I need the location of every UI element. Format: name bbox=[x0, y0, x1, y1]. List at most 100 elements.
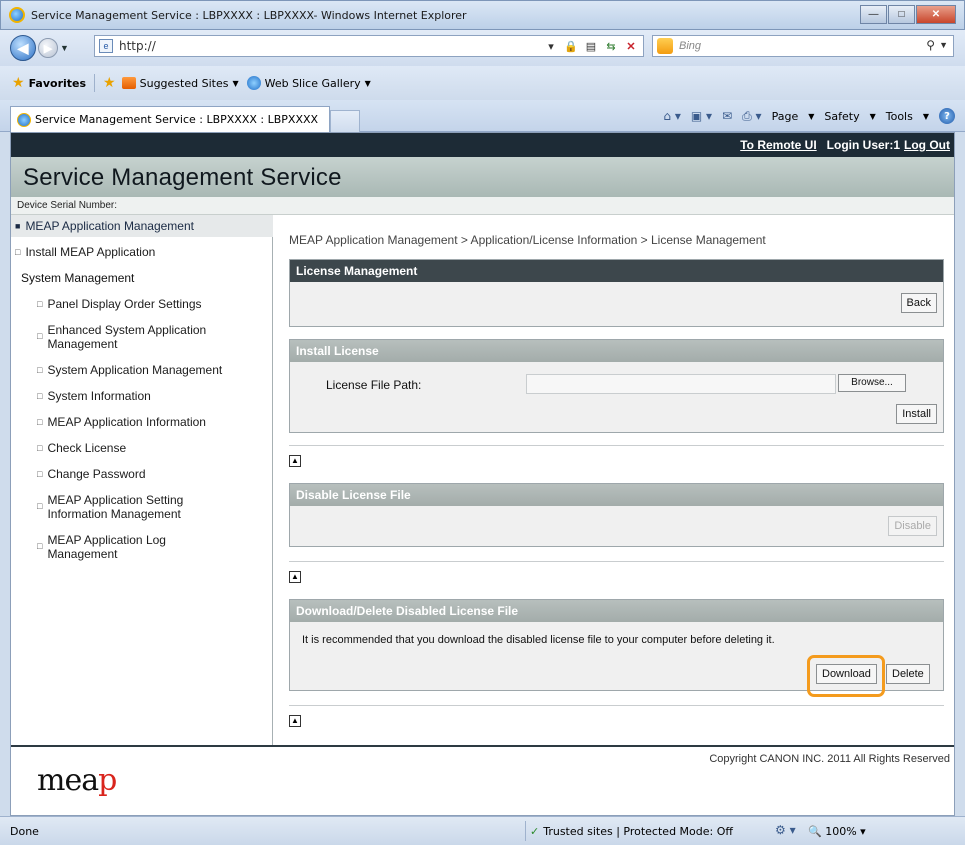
sidebar-item-label: MEAP Application Log Management bbox=[47, 533, 166, 561]
search-icon[interactable]: ⚲ bbox=[926, 38, 935, 52]
refresh-icon[interactable]: ⇆ bbox=[603, 38, 619, 54]
sidebar-item-label: System Application Management bbox=[47, 363, 223, 377]
bullet-icon: □ bbox=[37, 391, 43, 401]
new-tab-button[interactable] bbox=[330, 110, 360, 132]
bullet-icon: □ bbox=[37, 501, 43, 511]
close-button[interactable]: ✕ bbox=[916, 5, 956, 24]
logout-link[interactable]: Log Out bbox=[904, 138, 950, 152]
chevron-down-icon[interactable]: ▼ bbox=[232, 79, 238, 88]
sidebar-item-panel-display-order[interactable]: □ Panel Display Order Settings bbox=[37, 297, 202, 311]
url-text[interactable]: http:// bbox=[119, 39, 156, 53]
sidebar-item-label: Panel Display Order Settings bbox=[47, 297, 202, 311]
status-bar: Done ✓ Trusted sites | Protected Mode: O… bbox=[0, 816, 965, 845]
divider bbox=[289, 445, 944, 446]
web-slice-gallery-link[interactable]: Web Slice Gallery bbox=[265, 77, 361, 90]
checkmark-icon: ✓ bbox=[530, 824, 540, 838]
add-favorite-icon[interactable]: ★ bbox=[103, 75, 116, 91]
scroll-to-top-icon[interactable]: ▲ bbox=[289, 455, 301, 467]
copyright-text: Copyright CANON INC. 2011 All Rights Res… bbox=[709, 753, 950, 765]
scroll-to-top-icon[interactable]: ▲ bbox=[289, 571, 301, 583]
sidebar-item-label: MEAP Application Information bbox=[47, 415, 206, 429]
download-highlight-callout bbox=[807, 655, 885, 697]
delete-button[interactable]: Delete bbox=[886, 664, 930, 684]
chevron-down-icon[interactable]: ▾ bbox=[543, 38, 559, 54]
top-bar: To Remote UI Login User:1 Log Out bbox=[11, 133, 954, 157]
back-button[interactable]: Back bbox=[900, 293, 937, 313]
tools-menu[interactable]: Tools bbox=[886, 110, 913, 123]
search-box[interactable]: Bing ⚲ ▼ bbox=[652, 35, 954, 57]
sidebar-item-meap-log-management[interactable]: □ MEAP Application Log Management bbox=[37, 533, 227, 561]
bullet-icon: □ bbox=[37, 469, 43, 479]
protected-mode-icon[interactable]: ⚙ ▾ bbox=[775, 823, 796, 837]
disable-license-panel: Disable License File Disable bbox=[289, 483, 944, 547]
scroll-to-top-icon[interactable]: ▲ bbox=[289, 715, 301, 727]
remote-ui-link[interactable]: To Remote UI bbox=[740, 138, 816, 152]
zone-text: Trusted sites | Protected Mode: Off bbox=[543, 824, 733, 838]
sidebar-item-enhanced-system-application[interactable]: □ Enhanced System Application Management bbox=[37, 323, 247, 351]
feeds-icon[interactable]: ▣ ▾ bbox=[691, 109, 712, 123]
download-delete-heading: Download/Delete Disabled License File bbox=[290, 600, 943, 622]
print-icon[interactable]: ⎙ ▾ bbox=[742, 109, 761, 124]
sidebar-item-label: MEAP Application Management bbox=[25, 219, 194, 233]
sidebar-item-meap-application-management[interactable]: ■ MEAP Application Management bbox=[15, 219, 194, 233]
sidebar-item-system-information[interactable]: □ System Information bbox=[37, 389, 151, 403]
install-license-panel: Install License License File Path: Brows… bbox=[289, 339, 944, 433]
sidebar-item-change-password[interactable]: □ Change Password bbox=[37, 467, 146, 481]
divider bbox=[94, 74, 96, 92]
sidebar-item-install-meap-application[interactable]: □ Install MEAP Application bbox=[15, 245, 155, 259]
maximize-button[interactable]: □ bbox=[888, 5, 915, 24]
address-toolbar: ◀ ▶ ▼ e http:// ▾ 🔒 ▤ ⇆ ✕ Bing ⚲ ▼ bbox=[0, 30, 965, 66]
search-dropdown-icon[interactable]: ▼ bbox=[939, 40, 948, 50]
bullet-icon: □ bbox=[37, 417, 43, 427]
help-icon[interactable]: ? bbox=[939, 108, 955, 124]
minimize-button[interactable]: — bbox=[860, 5, 887, 24]
browse-button[interactable]: Browse... bbox=[838, 374, 906, 392]
sidebar-item-label: MEAP Application Setting Information Man… bbox=[47, 493, 184, 521]
tab-bar: Service Management Service : LBPXXXX : L… bbox=[0, 100, 965, 132]
mail-icon[interactable]: ✉ bbox=[722, 109, 732, 123]
suggested-sites-link[interactable]: Suggested Sites bbox=[140, 77, 229, 90]
back-nav-button[interactable]: ◀ bbox=[10, 35, 36, 61]
ie-icon bbox=[9, 7, 25, 23]
suggested-sites-icon bbox=[121, 77, 136, 89]
serial-number-label: Device Serial Number: bbox=[17, 200, 118, 211]
page-icon: e bbox=[99, 39, 113, 53]
compatibility-view-icon[interactable]: ▤ bbox=[583, 38, 599, 54]
lock-icon[interactable]: 🔒 bbox=[563, 38, 579, 54]
sidebar-item-check-license[interactable]: □ Check License bbox=[37, 441, 126, 455]
tab-title[interactable]: Service Management Service : LBPXXXX : L… bbox=[35, 113, 318, 126]
login-user-text: Login User:1 bbox=[826, 138, 901, 152]
install-license-heading: Install License bbox=[290, 340, 943, 362]
page-menu[interactable]: Page bbox=[772, 110, 799, 123]
sidebar-item-label: Change Password bbox=[47, 467, 146, 481]
address-bar[interactable]: e http:// ▾ 🔒 ▤ ⇆ ✕ bbox=[94, 35, 644, 57]
chevron-down-icon[interactable]: ▼ bbox=[365, 79, 371, 88]
disable-license-heading: Disable License File bbox=[290, 484, 943, 506]
sidebar-item-label: Install MEAP Application bbox=[25, 245, 156, 259]
search-placeholder[interactable]: Bing bbox=[679, 40, 701, 52]
sidebar-item-system-application-management[interactable]: □ System Application Management bbox=[37, 363, 222, 377]
browser-tab[interactable]: Service Management Service : LBPXXXX : L… bbox=[10, 106, 330, 132]
meap-logo: meap bbox=[37, 763, 117, 798]
stop-icon[interactable]: ✕ bbox=[623, 38, 639, 54]
install-button[interactable]: Install bbox=[896, 404, 937, 424]
history-dropdown-icon[interactable]: ▼ bbox=[60, 43, 69, 53]
favorites-button[interactable]: Favorites bbox=[29, 77, 86, 90]
favorites-star-icon[interactable]: ★ bbox=[12, 75, 25, 91]
sidebar-section-system-management: System Management bbox=[21, 271, 135, 285]
sidebar-item-meap-setting-information[interactable]: □ MEAP Application Setting Information M… bbox=[37, 493, 227, 521]
sidebar-item-meap-application-information[interactable]: □ MEAP Application Information bbox=[37, 415, 206, 429]
sidebar: ■ MEAP Application Management □ Install … bbox=[11, 215, 273, 745]
divider bbox=[289, 705, 944, 706]
safety-menu[interactable]: Safety bbox=[824, 110, 859, 123]
home-icon[interactable]: ⌂ ▾ bbox=[663, 109, 680, 123]
forward-nav-button[interactable]: ▶ bbox=[38, 38, 58, 58]
download-recommendation-text: It is recommended that you download the … bbox=[302, 634, 775, 646]
security-zone[interactable]: ✓ Trusted sites | Protected Mode: Off bbox=[525, 821, 733, 841]
license-file-path-field[interactable] bbox=[526, 374, 836, 394]
zoom-level[interactable]: 🔍 100% ▾ bbox=[808, 825, 866, 838]
sidebar-item-label: System Information bbox=[47, 389, 151, 403]
sidebar-item-label: Check License bbox=[47, 441, 127, 455]
disable-button[interactable]: Disable bbox=[888, 516, 937, 536]
tab-page-icon bbox=[17, 112, 31, 127]
